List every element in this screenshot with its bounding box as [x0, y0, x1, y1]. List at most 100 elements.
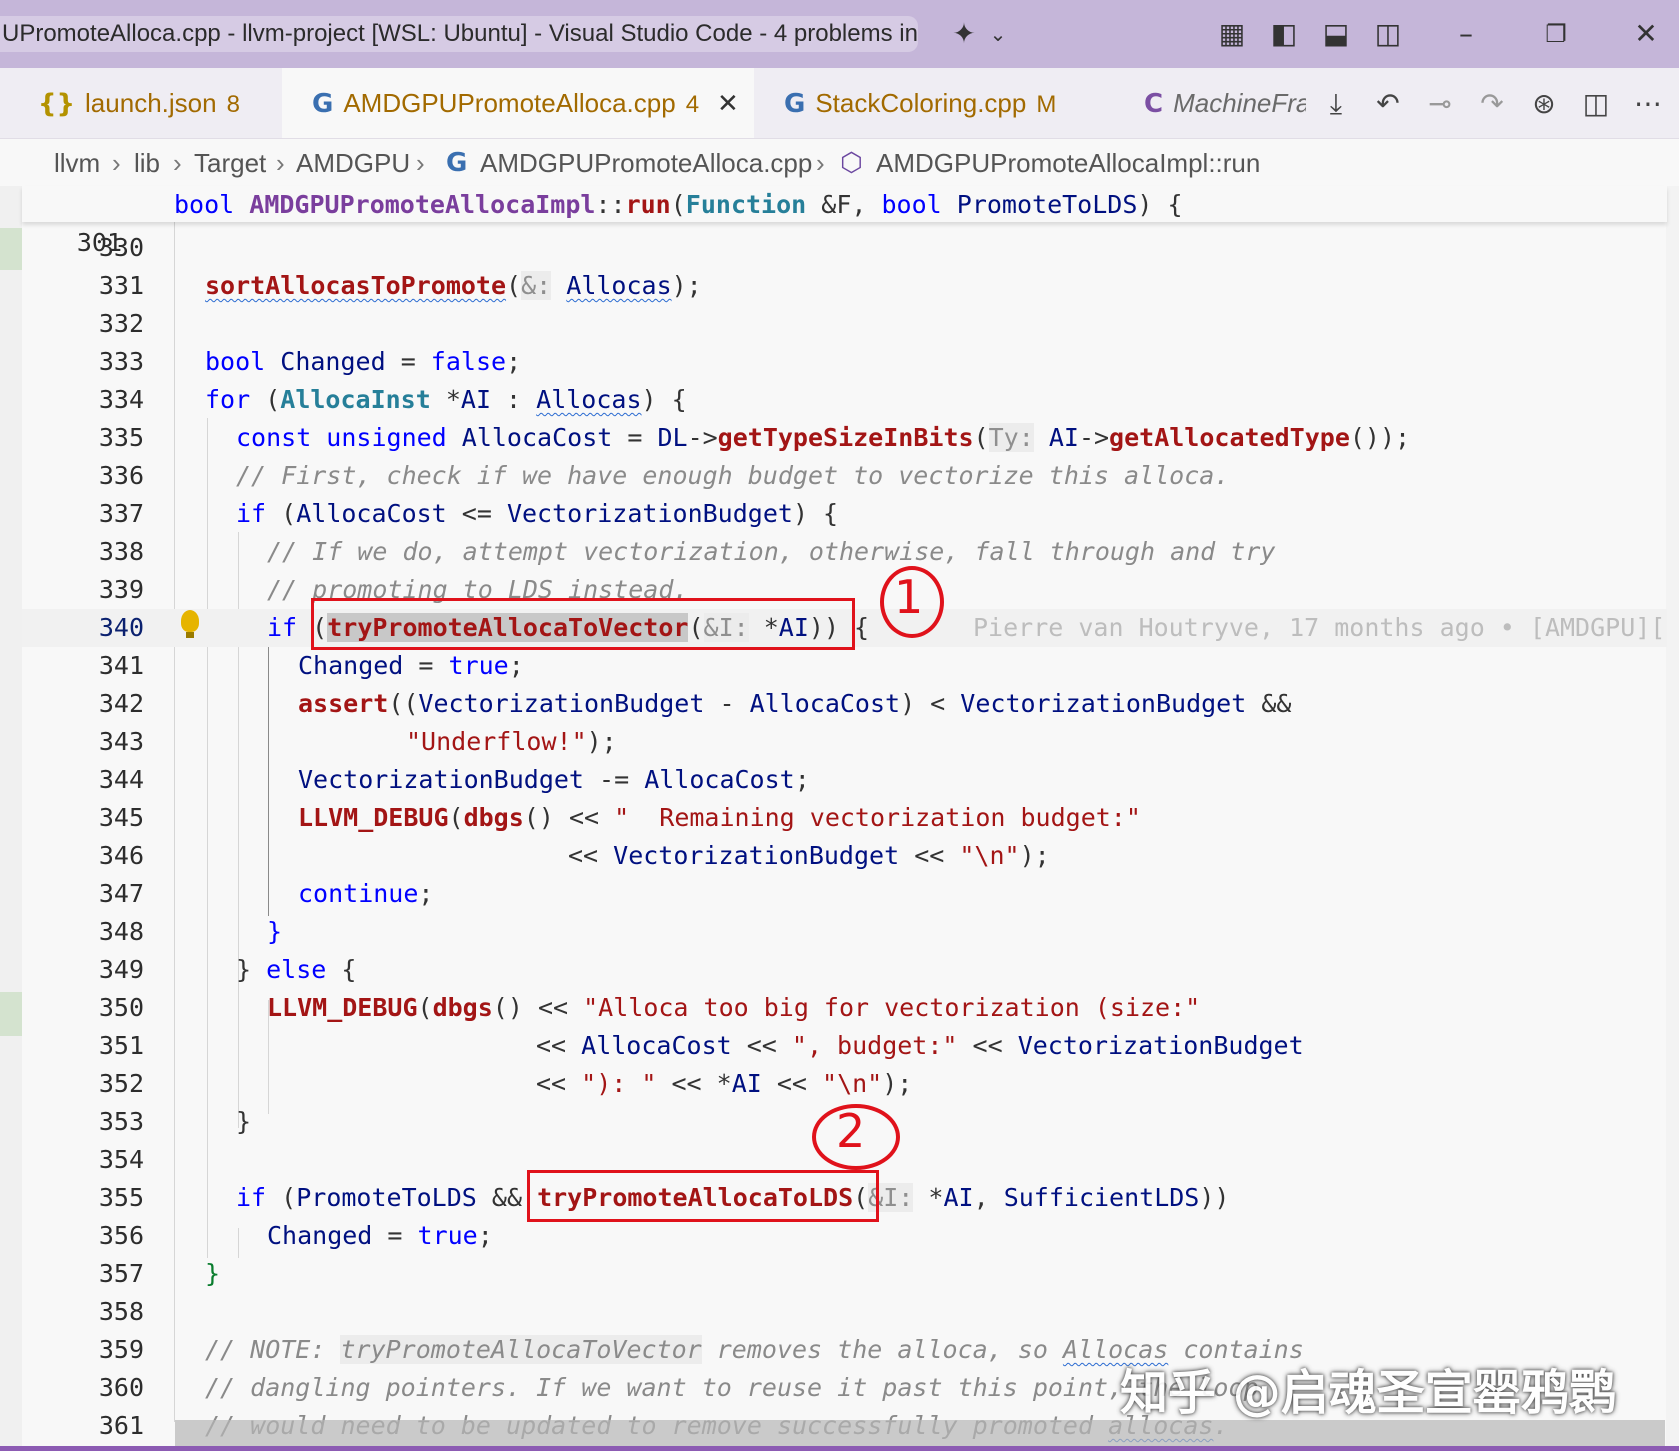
highlight-box-try-promote-to-lds [527, 1170, 879, 1222]
code-token: -> [687, 423, 718, 452]
go-back-icon[interactable]: ↶ [1368, 84, 1408, 124]
breadcrumb-item[interactable]: AMDGPUPromoteAlloca.cpp [480, 140, 812, 186]
code-line[interactable]: 331 sortAllocasToPromote(&: Allocas); [22, 267, 1667, 305]
breadcrumb: llvm › lib › Target › AMDGPU › G AMDGPUP… [0, 140, 1679, 186]
restore-icon[interactable]: ❐ [1536, 16, 1576, 52]
cpp-file-icon: G [446, 148, 468, 178]
sticky-scroll-line[interactable]: 301 bool AMDGPUPromoteAllocaImpl::run(Fu… [22, 186, 1667, 257]
code-line[interactable]: 344 VectorizationBudget -= AllocaCost; [22, 761, 1667, 799]
code-line[interactable]: 345 LLVM_DEBUG(dbgs() << " Remaining vect… [22, 799, 1667, 837]
code-line[interactable]: 351 << AllocaCost << ", budget:" << Vecto… [22, 1027, 1667, 1065]
tab-launch-json[interactable]: {} launch.json 8 [0, 68, 282, 138]
code-token: , [973, 1183, 1004, 1212]
activity-gutter [0, 186, 22, 1446]
code-line[interactable]: 343 "Underflow!"); [22, 723, 1667, 761]
go-forward-icon[interactable]: ↷ [1472, 84, 1512, 124]
commit-icon[interactable]: ⊸ [1420, 84, 1460, 124]
line-number: 358 [98, 1297, 144, 1326]
tab-label: AMDGPUPromoteAlloca.cpp [343, 88, 676, 118]
code-token: ); [671, 271, 702, 300]
code-token: << [731, 1031, 792, 1060]
code-line[interactable]: 342 assert((VectorizationBudget - AllocaC… [22, 685, 1667, 723]
git-compare-icon[interactable]: ⊛ [1524, 84, 1564, 124]
code-line[interactable]: 352 << "): " << *AI << "\n"); [22, 1065, 1667, 1103]
lightbulb-icon[interactable] [181, 610, 199, 638]
code-line[interactable]: 350 LLVM_DEBUG(dbgs() << "Alloca too big … [22, 989, 1667, 1027]
toggle-secondary-sidebar-icon[interactable]: ◫ [1368, 16, 1408, 52]
code-token: ( [266, 499, 297, 528]
customize-layout-icon[interactable]: ▦ [1212, 16, 1252, 52]
code-line[interactable]: 334 for (AllocaInst *AI : Allocas) { [22, 381, 1667, 419]
save-download-icon[interactable]: ⤓ [1316, 84, 1356, 124]
code-token: << [899, 841, 960, 870]
code-token: ; [418, 879, 434, 908]
code-line[interactable]: 356 Changed = true; [22, 1217, 1667, 1255]
code-line[interactable]: 332 [22, 305, 1667, 343]
line-number: 345 [98, 803, 144, 832]
code-token: )) [1199, 1183, 1230, 1212]
code-line[interactable]: 341 Changed = true; [22, 647, 1667, 685]
code-token: << * [656, 1069, 732, 1098]
code-line[interactable]: 337 if (AllocaCost <= VectorizationBudget… [22, 495, 1667, 533]
breadcrumb-item[interactable]: lib [134, 140, 160, 186]
code-comment: // NOTE: [205, 1335, 341, 1364]
code-token: if [236, 499, 267, 528]
code-line[interactable]: 357} [22, 1255, 1667, 1293]
breadcrumb-item[interactable]: Target [194, 140, 266, 186]
code-token: ; [477, 1221, 493, 1250]
code-token: ) < [900, 689, 961, 718]
minimize-icon[interactable]: – [1446, 16, 1486, 52]
code-token: true [448, 651, 509, 680]
title-bar: UPromoteAlloca.cpp - llvm-project [WSL: … [0, 0, 1679, 68]
code-token: ) { [1137, 190, 1183, 219]
code-line[interactable]: 358 [22, 1293, 1667, 1331]
git-blame-annotation[interactable]: Pierre van Houtryve, 17 months ago • [AM… [973, 609, 1665, 647]
code-token: VectorizationBudget [613, 841, 900, 870]
line-number: 351 [98, 1031, 144, 1060]
code-comment: // First, check if we have enough budget… [236, 461, 1230, 490]
code-token: PromoteToLDS [956, 190, 1138, 219]
code-token: &F, [806, 190, 882, 219]
line-number: 361 [98, 1411, 144, 1440]
watermark-text: 知乎 @启魂圣宣罂鸦鹮 [1120, 1365, 1617, 1421]
code-token: AI [460, 385, 491, 414]
code-line[interactable]: 346 << VectorizationBudget << "\n"); [22, 837, 1667, 875]
code-line[interactable]: 348} [22, 913, 1667, 951]
code-token: dbgs [463, 803, 524, 832]
highlight-box-try-promote-to-vector [311, 598, 855, 650]
tab-machineframe[interactable]: C MachineFra [1114, 68, 1306, 138]
breadcrumb-item[interactable]: AMDGPU [296, 140, 410, 186]
close-icon[interactable]: ✕ [1626, 16, 1666, 52]
code-line[interactable]: 336 // First, check if we have enough bud… [22, 457, 1667, 495]
code-token: SufficientLDS [1003, 1183, 1200, 1212]
code-token: } [236, 1107, 252, 1136]
chevron-down-icon[interactable]: ⌄ [978, 16, 1018, 52]
breadcrumb-item[interactable]: llvm [54, 140, 100, 186]
close-tab-icon[interactable]: ✕ [717, 89, 739, 119]
more-actions-icon[interactable]: ⋯ [1628, 84, 1668, 124]
code-line[interactable]: 335 const unsigned AllocaCost = DL->getTy… [22, 419, 1667, 457]
code-line[interactable]: 338 // If we do, attempt vectorization, o… [22, 533, 1667, 571]
code-token: = [372, 1221, 418, 1250]
code-token: AI [943, 1183, 974, 1212]
code-token: && [1246, 689, 1292, 718]
code-line[interactable]: 349} else { [22, 951, 1667, 989]
horizontal-scrollbar[interactable] [175, 1420, 1665, 1446]
split-editor-icon[interactable]: ◫ [1576, 84, 1616, 124]
chevron-right-icon: › [276, 148, 285, 178]
tab-amdgpupromotealloca[interactable]: G AMDGPUPromoteAlloca.cpp 4 ✕ [282, 68, 754, 138]
code-line[interactable]: 347 continue; [22, 875, 1667, 913]
toggle-panel-icon[interactable]: ⬓ [1316, 16, 1356, 52]
code-string: ", budget:" [791, 1031, 958, 1060]
code-line[interactable]: 333 bool Changed = false; [22, 343, 1667, 381]
code-line[interactable]: 330 [22, 229, 1667, 267]
code-token: Changed [298, 651, 404, 680]
toggle-sidebar-icon[interactable]: ◧ [1264, 16, 1304, 52]
line-number: 349 [98, 955, 144, 984]
breadcrumb-item[interactable]: AMDGPUPromoteAllocaImpl::run [876, 140, 1260, 186]
tab-stackcoloring[interactable]: G StackColoring.cpp M [754, 68, 1114, 138]
vertical-scrollbar[interactable] [1666, 186, 1679, 1451]
line-number: 355 [98, 1183, 144, 1212]
